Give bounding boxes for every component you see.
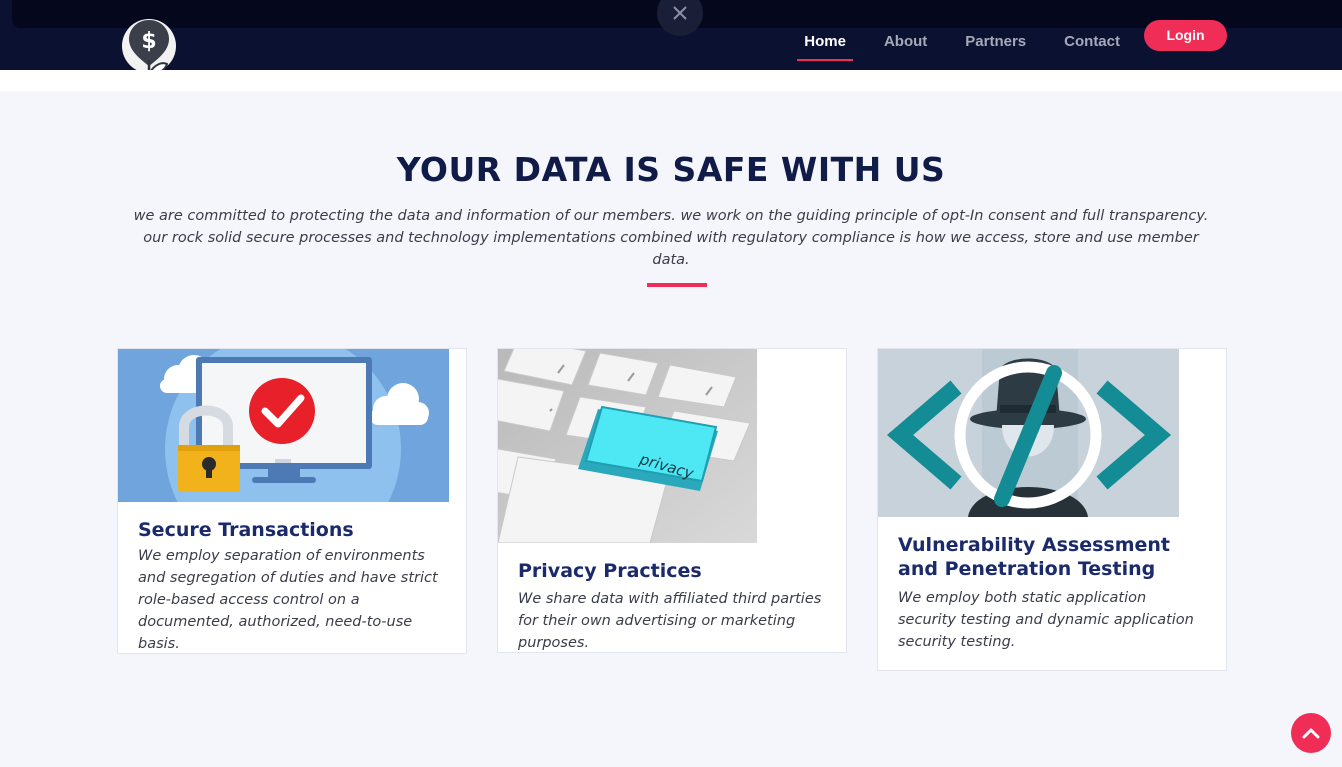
card-description: We employ separation of environments and… bbox=[138, 548, 438, 652]
nav-home-link[interactable]: Home bbox=[797, 9, 853, 61]
card-secure-transactions: Secure Transactions We employ separation… bbox=[117, 348, 467, 654]
logo[interactable]: $ bbox=[121, 16, 177, 78]
card-description: We share data with affiliated third part… bbox=[518, 591, 822, 651]
nav-partners-link[interactable]: Partners bbox=[958, 9, 1033, 61]
close-button[interactable] bbox=[657, 0, 703, 36]
privacy-keyboard-illustration: privacy bbox=[498, 349, 757, 543]
close-icon bbox=[673, 6, 687, 20]
card-title: Privacy Practices bbox=[518, 560, 702, 582]
nav-contact-link[interactable]: Contact bbox=[1057, 9, 1127, 61]
card-vulnerability-assessment: Vulnerability Assessment and Penetration… bbox=[877, 348, 1227, 671]
navbar: $ Home About Partners Contact Login bbox=[0, 0, 1342, 78]
chevron-up-icon bbox=[1302, 728, 1320, 739]
header-divider-strip bbox=[0, 70, 1342, 91]
main-nav: Home About Partners Contact Login bbox=[773, 0, 1227, 70]
svg-text:$: $ bbox=[141, 29, 156, 54]
lock-monitor-check-illustration bbox=[118, 349, 449, 502]
section-intro: we are committed to protecting the data … bbox=[133, 208, 1209, 268]
card-title: Vulnerability Assessment and Penetration… bbox=[898, 534, 1171, 580]
accent-divider bbox=[647, 283, 707, 287]
dollar-sprout-icon: $ bbox=[122, 19, 176, 78]
login-button[interactable]: Login bbox=[1144, 19, 1227, 51]
nav-about-link[interactable]: About bbox=[877, 9, 934, 61]
card-title: Secure Transactions bbox=[138, 519, 354, 541]
section-title: YOUR DATA IS SAFE WITH US bbox=[396, 150, 946, 189]
card-privacy-practices: privacy Privacy Practices We share data … bbox=[497, 348, 847, 653]
hacker-code-illustration bbox=[878, 349, 1179, 517]
scroll-to-top-button[interactable] bbox=[1291, 713, 1331, 753]
card-description: We employ both static application securi… bbox=[898, 590, 1194, 650]
